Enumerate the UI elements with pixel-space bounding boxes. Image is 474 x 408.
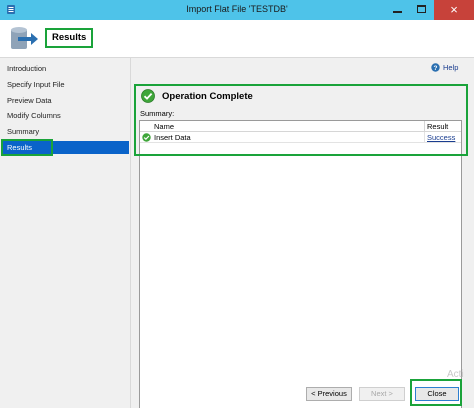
sidebar-item-modify-columns[interactable]: Modify Columns [3,109,129,122]
database-import-icon [11,27,38,49]
svg-text:?: ? [434,65,438,72]
help-icon: ? [431,63,440,72]
window-close-button[interactable]: × [434,0,474,20]
sidebar-item-preview-data[interactable]: Preview Data [3,94,129,107]
sidebar-item-specify-input-file[interactable]: Specify Input File [3,78,129,91]
minimize-button[interactable] [387,0,409,20]
sidebar-item-summary[interactable]: Summary [3,125,129,138]
minimize-icon [393,11,402,13]
close-icon: × [450,2,458,17]
operation-highlight-outline [134,84,468,156]
maximize-icon [417,5,426,13]
page-header: Results [0,20,474,58]
help-label: Help [443,63,459,72]
wizard-steps-sidebar: Introduction Specify Input File Preview … [0,58,131,408]
previous-button[interactable]: < Previous [306,387,352,401]
results-content: ? Help Operation Complete Summary: Name … [131,58,474,408]
results-grid: Name Result Insert Data Success [139,120,462,408]
sidebar-item-introduction[interactable]: Introduction [3,62,129,75]
page-title: Results [45,28,94,48]
title-bar: Import Flat File 'TESTDB' × [0,0,474,20]
maximize-button[interactable] [411,0,433,20]
results-highlight-outline [1,139,53,156]
close-highlight-outline [410,379,462,406]
next-button[interactable]: Next > [359,387,405,401]
